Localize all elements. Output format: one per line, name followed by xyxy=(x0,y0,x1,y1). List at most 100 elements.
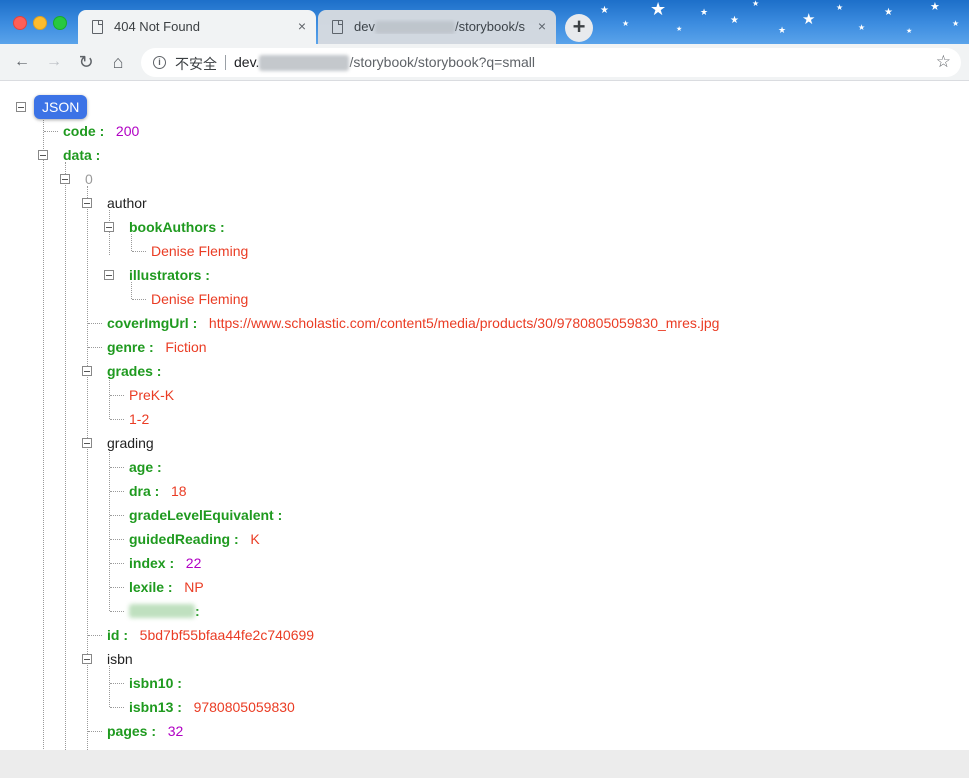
json-key: coverImgUrl : xyxy=(107,315,198,331)
collapse-toggle[interactable] xyxy=(82,366,92,376)
tree-row-id: id : 5bd7bf55bfaa44fe2c740699 xyxy=(107,626,314,644)
tree-connector xyxy=(132,251,146,252)
back-icon[interactable]: ← xyxy=(11,51,33,73)
json-value: 18 xyxy=(171,483,187,499)
json-key: isbn10 : xyxy=(129,675,182,691)
json-value: K xyxy=(250,531,260,547)
tree-row-pages: pages : 32 xyxy=(107,722,183,740)
star-decoration: ★ xyxy=(836,3,844,12)
json-link-value[interactable]: https://www.scholastic.com/content5/medi… xyxy=(209,315,720,331)
tree-row-isbn10: isbn10 : xyxy=(129,674,182,692)
tree-connector xyxy=(110,419,124,420)
document-icon xyxy=(92,20,103,34)
tree-connector xyxy=(44,131,58,132)
redacted-key xyxy=(129,604,195,618)
star-decoration: ★ xyxy=(650,0,667,19)
json-value: 22 xyxy=(185,555,202,571)
tree-row-data: data : xyxy=(63,146,100,164)
tree-row-illustrators-value: Denise Fleming xyxy=(151,290,248,308)
reload-icon[interactable]: ↻ xyxy=(75,51,97,73)
json-key: id : xyxy=(107,627,128,643)
json-value: 5bd7bf55bfaa44fe2c740699 xyxy=(139,627,315,643)
json-key: bookAuthors : xyxy=(129,219,225,235)
tree-row-redacted: : xyxy=(129,602,200,620)
json-key: grading xyxy=(107,435,154,451)
star-decoration: ★ xyxy=(778,25,787,35)
home-icon[interactable]: ⌂ xyxy=(107,51,129,73)
tree-row-guidedReading: guidedReading : K xyxy=(129,530,260,548)
address-bar[interactable]: i 不安全 dev. /storybook/storybook?q=small ☆ xyxy=(141,48,961,77)
collapse-toggle[interactable] xyxy=(104,270,114,280)
tree-row-age: age : xyxy=(129,458,162,476)
array-index: 0 xyxy=(85,171,93,187)
document-icon xyxy=(332,20,343,34)
json-key: pages : xyxy=(107,723,157,739)
json-value: Denise Fleming xyxy=(151,243,249,259)
tab-404-not-found[interactable]: 404 Not Found × xyxy=(78,10,316,44)
forward-icon[interactable]: → xyxy=(43,51,65,73)
tree-row-grades-item: PreK-K xyxy=(129,386,174,404)
star-decoration: ★ xyxy=(600,5,609,16)
url-host: dev. xyxy=(234,54,260,70)
divider xyxy=(225,55,226,70)
tree-row-genre: genre : Fiction xyxy=(107,338,207,356)
tab-storybook[interactable]: dev/storybook/s × xyxy=(318,10,556,44)
tree-connector xyxy=(132,299,146,300)
json-value: Denise Fleming xyxy=(151,291,249,307)
tab-close-icon[interactable]: × xyxy=(298,18,306,34)
tree-connector xyxy=(110,587,124,588)
json-root-badge[interactable]: JSON xyxy=(34,95,88,119)
star-decoration: ★ xyxy=(858,23,866,32)
tab-title: 404 Not Found xyxy=(114,19,201,34)
redacted-host xyxy=(259,55,350,72)
star-decoration: ★ xyxy=(730,15,739,26)
tree-row-code: code : 200 xyxy=(63,122,139,140)
json-value: 32 xyxy=(167,723,184,739)
tree-connector xyxy=(110,707,124,708)
info-icon[interactable]: i xyxy=(153,56,166,69)
collapse-toggle[interactable] xyxy=(82,198,92,208)
json-key: age : xyxy=(129,459,162,475)
json-key: genre : xyxy=(107,339,154,355)
collapse-toggle[interactable] xyxy=(60,174,70,184)
tab-title: dev/storybook/s xyxy=(354,19,530,35)
collapse-toggle[interactable] xyxy=(16,102,26,112)
collapse-toggle[interactable] xyxy=(104,222,114,232)
tree-row-index: index : 22 xyxy=(129,554,201,572)
tree-guide xyxy=(65,162,66,750)
tree-row-grading: grading xyxy=(107,434,154,452)
json-key: isbn xyxy=(107,651,133,667)
redacted-host xyxy=(374,21,455,35)
json-value: 1-2 xyxy=(129,411,150,427)
tree-row-lexile: lexile : NP xyxy=(129,578,204,596)
new-tab-button[interactable]: + xyxy=(565,14,593,42)
tree-connector xyxy=(110,467,124,468)
json-value: NP xyxy=(184,579,204,595)
tree-connector xyxy=(110,515,124,516)
url-path: /storybook/storybook?q=small xyxy=(349,54,536,70)
maximize-window-button[interactable] xyxy=(53,16,67,30)
tree-connector xyxy=(110,395,124,396)
tree-row-index: 0 xyxy=(85,170,93,188)
tree-guide xyxy=(131,234,132,251)
tree-connector xyxy=(88,731,102,732)
bookmark-star-icon[interactable]: ☆ xyxy=(936,52,951,72)
tab-close-icon[interactable]: × xyxy=(538,18,546,34)
collapse-toggle[interactable] xyxy=(38,150,48,160)
minimize-window-button[interactable] xyxy=(33,16,47,30)
security-label[interactable]: 不安全 xyxy=(175,54,217,74)
collapse-toggle[interactable] xyxy=(82,438,92,448)
title-bar: ★ ★ ★ ★ ★ ★ ★ ★ ★ ★ ★ ★ ★ ★ ★ 404 Not Fo… xyxy=(0,0,969,44)
url-text[interactable]: dev. /storybook/storybook?q=small xyxy=(234,54,536,72)
tree-row-bookAuthors: bookAuthors : xyxy=(129,218,225,236)
close-window-button[interactable] xyxy=(13,16,27,30)
tree-row-dra: dra : 18 xyxy=(129,482,187,500)
json-key: code : xyxy=(63,123,105,139)
json-key: grades : xyxy=(107,363,162,379)
json-value: 9780805059830 xyxy=(193,699,295,715)
tab-title-prefix: dev xyxy=(354,19,375,34)
tree-guide xyxy=(87,186,88,750)
collapse-toggle[interactable] xyxy=(82,654,92,664)
tree-connector xyxy=(110,539,124,540)
tree-connector xyxy=(110,611,124,612)
